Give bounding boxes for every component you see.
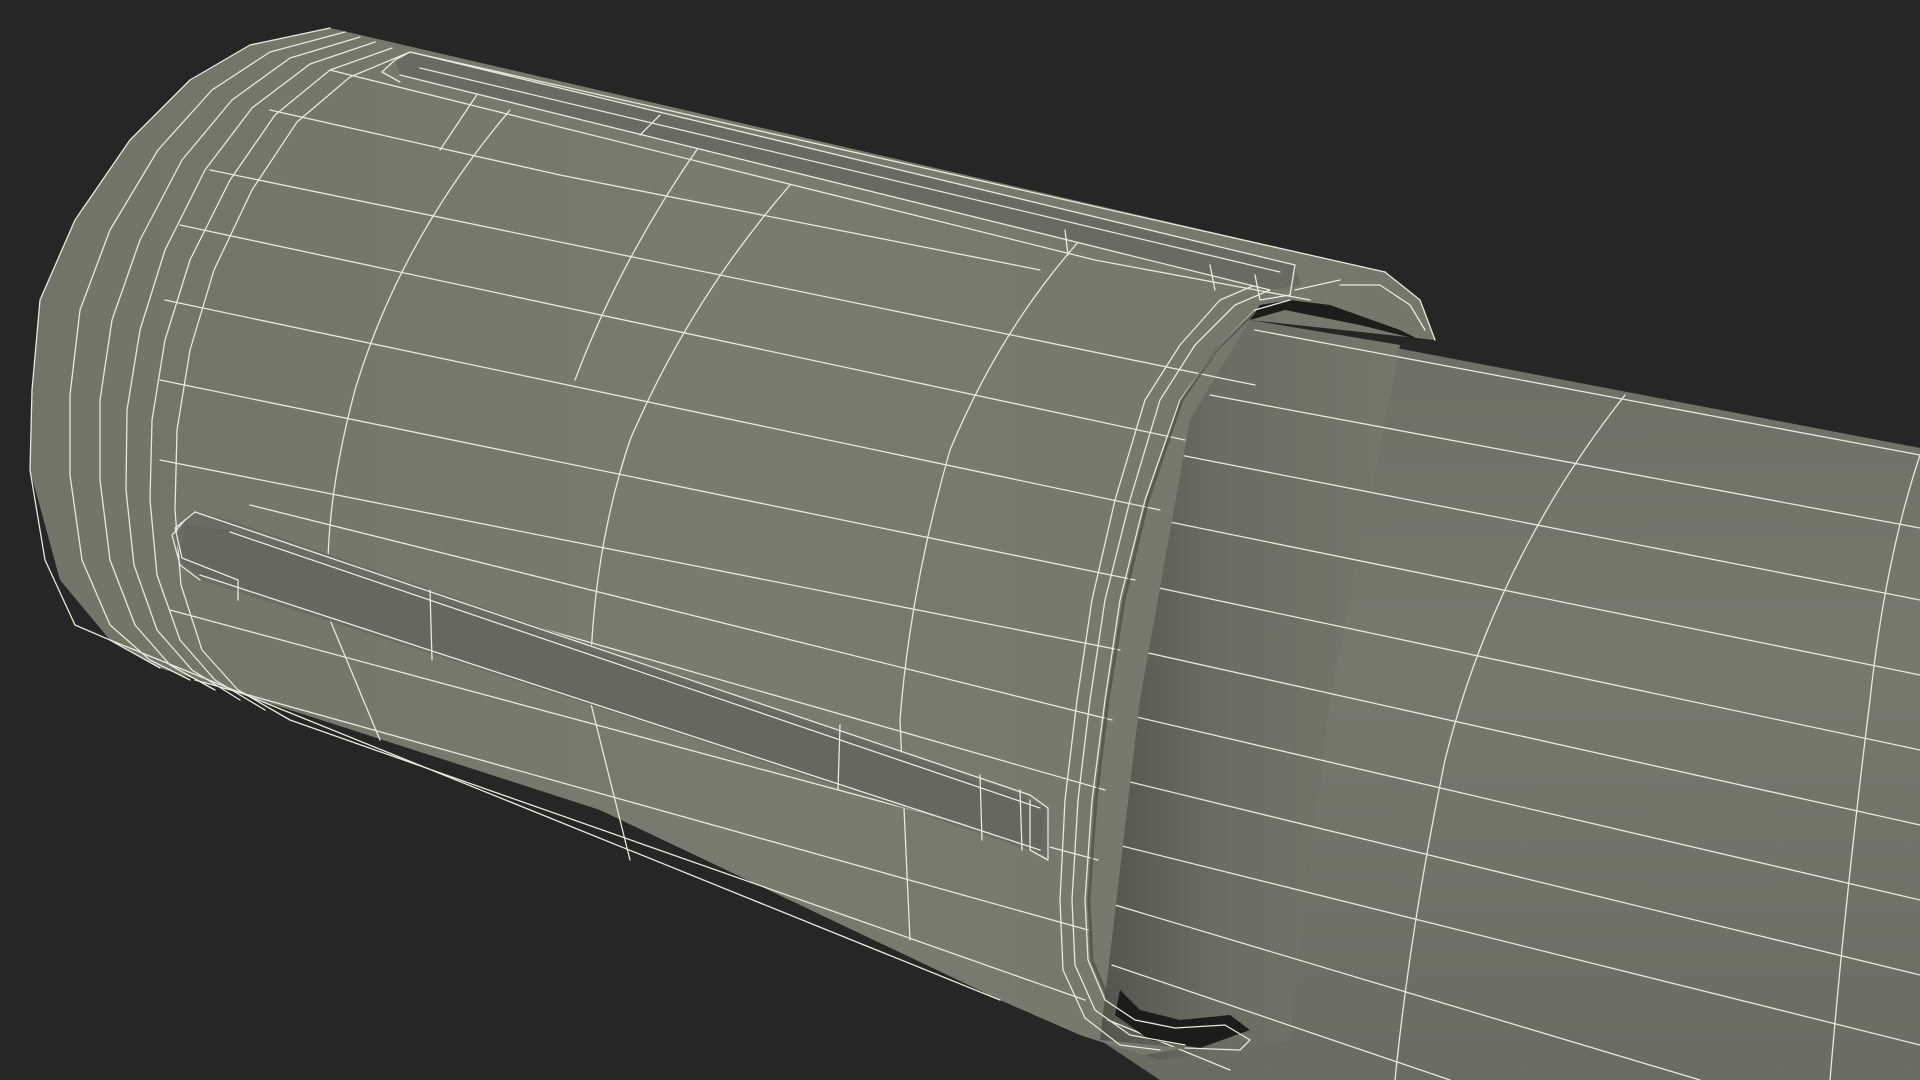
inner-tube	[1100, 320, 1920, 1080]
wireframe-render	[29, 27, 1920, 1080]
render-viewport	[0, 0, 1920, 1080]
